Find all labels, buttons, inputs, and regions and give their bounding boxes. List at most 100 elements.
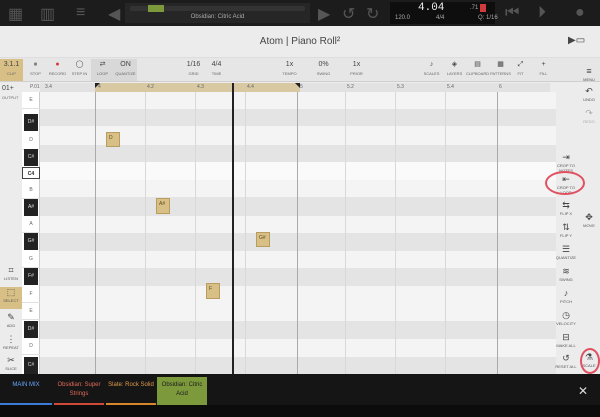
track-main-mix[interactable]: MAIN MIX: [0, 377, 52, 405]
quantize-toggle[interactable]: ON QUANTIZE: [114, 59, 137, 81]
piano-key[interactable]: D#: [24, 114, 38, 131]
clip-button[interactable]: 3.1.1 CLIP: [0, 59, 23, 81]
scales-button[interactable]: ♪ SCALES: [420, 59, 443, 81]
velocity-button[interactable]: ◷ VELOCITY: [554, 310, 578, 326]
redo-icon[interactable]: ↻: [366, 4, 379, 24]
add-tool[interactable]: ✎ ADD: [0, 312, 22, 328]
crop-to-notes-button[interactable]: ⇥ CROP TO NOTES: [554, 152, 578, 173]
fill-button[interactable]: + FILL: [532, 59, 555, 81]
record-icon[interactable]: ●: [575, 4, 585, 22]
flip-x-icon: ⇆: [562, 200, 570, 210]
stop-button[interactable]: ⏸ STOP: [24, 59, 47, 81]
output-value[interactable]: 01+: [2, 85, 14, 92]
ruler-label: 5.3: [397, 84, 404, 90]
playhead[interactable]: [232, 83, 234, 374]
redo-button[interactable]: ↷ REDO: [578, 108, 600, 124]
quantize-button[interactable]: ☰ QUANTIZE: [554, 244, 578, 260]
undo-icon: ↶: [585, 86, 593, 96]
track-super-strings[interactable]: Obsidian: Super Strings: [54, 377, 104, 405]
ruler-label: 4.3: [197, 84, 204, 90]
make-all-icon: ⊟: [562, 332, 570, 342]
quantize-icon: ☰: [561, 244, 571, 254]
output-label: OUTPUT: [2, 95, 19, 100]
mixer-icon[interactable]: ≡: [76, 4, 85, 22]
step-in-button[interactable]: ◯ STEP IN: [68, 59, 91, 81]
ruler-label: 5.4: [447, 84, 454, 90]
redo-icon: ↷: [585, 108, 593, 118]
pitch-button[interactable]: ♪ PITCH: [554, 288, 578, 304]
status-footer: [0, 405, 600, 417]
reset-all-button[interactable]: ↺ RESET ALL: [554, 353, 578, 369]
track-citric-acid[interactable]: Obsidian: Citric Acid: [157, 377, 207, 406]
note-block[interactable]: D: [106, 132, 120, 147]
position-sub: .71: [470, 5, 479, 11]
make-all-button[interactable]: ⊟ MAKE ALL: [554, 332, 578, 348]
piano-key[interactable]: E: [22, 303, 40, 320]
ruler-label: 6: [499, 84, 502, 90]
layers-button[interactable]: ◈ LAYERS: [443, 59, 466, 81]
grid-icon[interactable]: ▦: [8, 4, 23, 24]
prior-setting[interactable]: 1x PRIOR: [345, 59, 368, 81]
play-icon[interactable]: ⏵: [538, 4, 546, 22]
scissors-icon: ✂: [7, 355, 15, 365]
undo-button[interactable]: ↶ UNDO: [578, 86, 600, 102]
select-tool[interactable]: ⬚ SELECT: [0, 287, 22, 309]
piano-key[interactable]: B: [22, 182, 40, 199]
move-icon: ✥: [585, 212, 593, 222]
repeat-tool[interactable]: ⋮ REPEAT: [0, 334, 22, 350]
listen-tool[interactable]: ⌗ LISTEN: [0, 265, 22, 281]
close-icon[interactable]: ✕: [578, 384, 588, 398]
record-button[interactable]: ● RECORD: [46, 59, 69, 81]
swing-setting[interactable]: 0% SWING: [312, 59, 335, 81]
quantize-readout: Q: 1/16: [478, 15, 498, 21]
flip-y-button[interactable]: ⇅ FLIP Y: [554, 222, 578, 238]
pitch-icon: ♪: [563, 288, 569, 298]
fit-button[interactable]: ⤢ FIT: [509, 59, 532, 81]
meter-fill: [148, 5, 164, 12]
piano-key[interactable]: F: [22, 286, 40, 303]
undo-icon[interactable]: ↺: [342, 4, 355, 24]
piano-key[interactable]: A#: [24, 199, 38, 216]
menu-button[interactable]: ≡ MENU: [578, 66, 600, 82]
skip-back-icon[interactable]: ⏮: [505, 4, 519, 22]
swing-icon: ≋: [562, 266, 570, 276]
piano-key[interactable]: D: [22, 338, 40, 355]
note-block[interactable]: G#: [256, 232, 270, 247]
piano-key-c4[interactable]: C4: [22, 167, 40, 179]
flip-x-button[interactable]: ⇆ FLIP X: [554, 200, 578, 216]
piano-key[interactable]: C#: [24, 149, 38, 166]
swing-button[interactable]: ≋ SWING: [554, 266, 578, 282]
note-block[interactable]: F: [206, 283, 220, 299]
piano-key[interactable]: A: [22, 216, 40, 233]
note-block[interactable]: A#: [156, 198, 170, 214]
loop-button[interactable]: ⇄ LOOP: [91, 59, 114, 81]
track-rock-solid[interactable]: Slate: Rock Solid: [106, 377, 156, 405]
velocity-icon: ◷: [562, 310, 570, 320]
time-setting[interactable]: 4/4 TIME: [205, 59, 228, 81]
reset-icon: ↺: [562, 353, 570, 363]
window-mode-icon[interactable]: ▶▭: [568, 35, 585, 46]
piano-key[interactable]: F#: [24, 268, 38, 285]
ruler-label: 3.4: [45, 84, 52, 90]
play-forward-icon[interactable]: ▶: [318, 4, 330, 24]
time-signature: 4/4: [436, 15, 445, 21]
piano-key[interactable]: E: [22, 92, 40, 109]
grid-setting[interactable]: 1/16 GRID: [182, 59, 205, 81]
page-title: Atom | Piano Roll²: [259, 36, 341, 47]
channel-label: P.01: [30, 84, 40, 90]
piano-key[interactable]: G: [22, 251, 40, 268]
play-back-icon[interactable]: ◀: [108, 4, 120, 24]
piano-key[interactable]: C#: [24, 357, 38, 374]
sequencer-icon[interactable]: ▥: [40, 4, 55, 24]
record-flag-icon: [480, 4, 486, 12]
piano-key[interactable]: D: [22, 131, 40, 150]
piano-key[interactable]: D#: [24, 321, 38, 338]
tempo-setting[interactable]: 1x TEMPO: [278, 59, 301, 81]
slice-tool[interactable]: ✂ SLICE: [0, 355, 22, 371]
repeat-icon: ⋮: [6, 334, 16, 344]
piano-key[interactable]: G#: [24, 233, 38, 250]
move-button[interactable]: ✥ MOVE: [578, 212, 600, 228]
position-readout: 4.04: [418, 2, 445, 14]
pencil-icon: ✎: [7, 312, 15, 322]
clipboard-button[interactable]: ▤ CLIPBOARD: [466, 59, 489, 81]
